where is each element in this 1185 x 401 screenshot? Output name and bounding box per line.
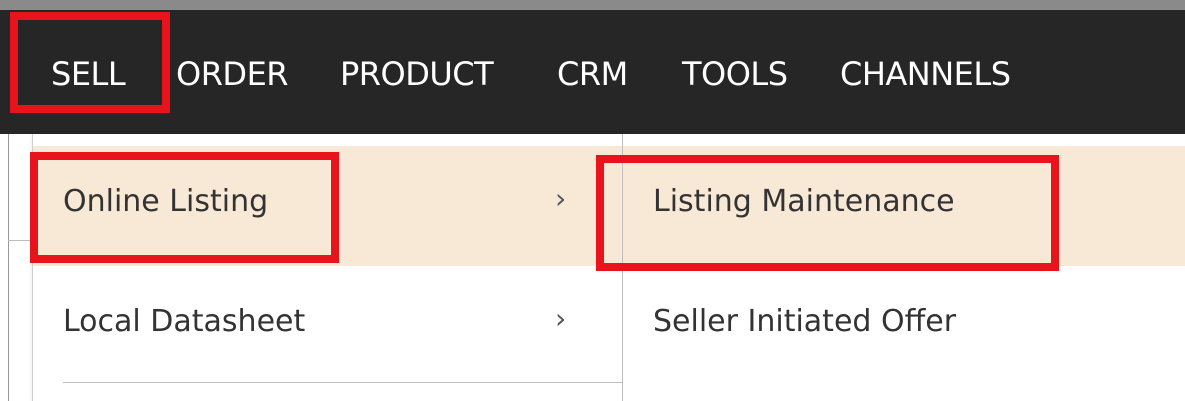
sell-dropdown-menu: Online Listing › Local Datasheet › [32,134,625,401]
nav-item-order[interactable]: ORDER [176,52,289,96]
submenu-item-label: Seller Initiated Offer [653,304,957,339]
top-gray-strip [0,0,1185,10]
nav-item-crm[interactable]: CRM [557,52,628,96]
menu-item-local-datasheet[interactable]: Local Datasheet › [33,266,623,386]
nav-item-product[interactable]: PRODUCT [340,52,494,96]
submenu-item-listing-maintenance[interactable]: Listing Maintenance [623,146,1185,266]
nav-item-tools[interactable]: TOOLS [682,52,788,96]
submenu-item-seller-initiated-offer[interactable]: Seller Initiated Offer [623,266,1185,386]
nav-item-sell[interactable]: SELL [51,52,126,96]
background-divider [8,240,32,241]
chevron-right-icon: › [555,302,567,335]
online-listing-submenu: Listing Maintenance Seller Initiated Off… [622,134,1185,401]
menu-item-online-listing[interactable]: Online Listing › [33,146,623,266]
menu-divider [63,382,625,383]
background-page-edge [8,134,33,401]
submenu-item-label: Listing Maintenance [653,184,955,219]
menu-item-label: Online Listing [63,184,269,219]
nav-item-channels[interactable]: CHANNELS [840,52,1011,96]
chevron-right-icon: › [555,182,567,215]
main-navbar: SELL ORDER PRODUCT CRM TOOLS CHANNELS [0,10,1185,134]
menu-item-label: Local Datasheet [63,304,306,339]
